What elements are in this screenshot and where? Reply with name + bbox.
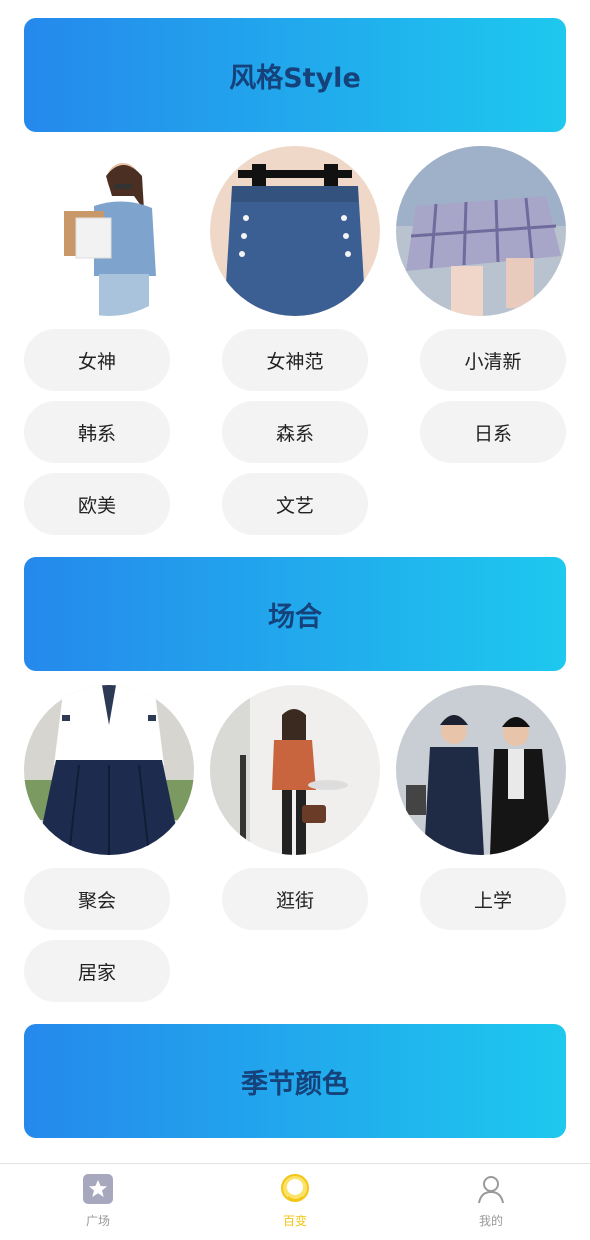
chat-bubble-icon [281,1174,309,1202]
tag-label: 女神范 [266,350,324,373]
tab-mine[interactable]: 我的 [431,1164,551,1240]
tag-pill[interactable]: 聚会 [24,868,170,930]
photo-winter-friends [396,685,566,855]
occasion-photo-2[interactable] [210,685,380,855]
tag-label: 小清新 [464,350,522,373]
section-title: 场合 [268,601,322,633]
user-icon [478,1176,504,1204]
style-photo-3[interactable] [396,146,566,316]
tag-pill[interactable]: 文艺 [222,473,368,535]
tag-pill[interactable]: 森系 [222,401,368,463]
tag-pill[interactable]: 上学 [420,868,566,930]
tag-label: 日系 [473,422,512,445]
photo-woman-shopping [24,146,194,316]
tag-label: 文艺 [275,494,314,517]
section-header-season-color[interactable]: 季节颜色 [24,1024,566,1138]
tag-pill[interactable]: 韩系 [24,401,170,463]
tab-label: 百变 [282,1214,307,1228]
occasion-photo-3[interactable] [396,685,566,855]
tab-variety[interactable]: 百变 [235,1164,355,1240]
section-title: 风格Style [229,62,361,94]
section-header-style[interactable]: 风格Style [24,18,566,132]
tag-label: 女神 [77,350,116,373]
tag-label: 聚会 [77,889,116,912]
page: 风格Style 女神 女神范 小清新 韩系 森系 日系 欧美 文艺 场合 聚会 … [0,0,590,1240]
tag-label: 韩系 [77,422,116,445]
star-square-icon [83,1174,113,1204]
photo-plaid-skirt [396,146,566,316]
style-photo-1[interactable] [24,146,194,316]
tab-square[interactable]: 广场 [38,1164,158,1240]
tag-label: 欧美 [77,494,116,517]
style-photo-2[interactable] [210,146,380,316]
tag-pill[interactable]: 女神 [24,329,170,391]
tag-pill[interactable]: 小清新 [420,329,566,391]
tag-pill[interactable]: 欧美 [24,473,170,535]
tag-pill[interactable]: 女神范 [222,329,368,391]
tag-label: 逛街 [275,889,314,912]
tag-pill[interactable]: 逛街 [222,868,368,930]
photo-street-outfit [210,685,380,855]
tag-label: 居家 [77,961,116,984]
tag-label: 森系 [275,422,314,445]
tag-pill[interactable]: 日系 [420,401,566,463]
section-header-occasion[interactable]: 场合 [24,557,566,671]
tab-label: 广场 [85,1214,110,1228]
tag-label: 上学 [473,889,512,912]
photo-school-uniform [24,685,194,855]
photo-denim-shorts [210,146,380,316]
occasion-photo-1[interactable] [24,685,194,855]
tag-pill[interactable]: 居家 [24,940,170,1002]
tab-label: 我的 [478,1214,503,1228]
bottom-tab-bar: 广场 百变 我的 [0,1163,590,1240]
section-title: 季节颜色 [241,1068,349,1100]
